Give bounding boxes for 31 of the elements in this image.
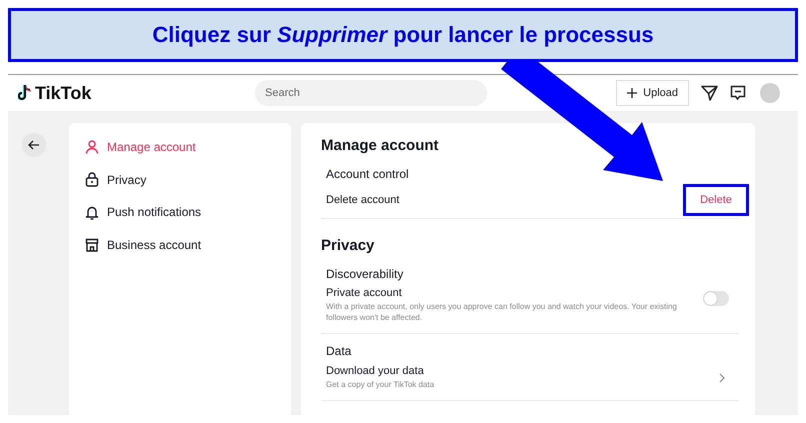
app-logo[interactable]: TikTok <box>35 82 92 104</box>
bell-icon <box>85 204 99 220</box>
search-field[interactable]: Search <box>255 80 487 106</box>
sidebar-item[interactable]: Push notifications <box>85 204 202 220</box>
instruction-text: Cliquez sur Supprimer pour lancer le processus <box>152 22 654 48</box>
sidebar-item[interactable]: Manage account <box>85 139 196 155</box>
setting-description: Get a copy of your TikTok data <box>326 379 434 390</box>
section-title: Privacy <box>321 237 376 256</box>
send-icon[interactable] <box>701 85 718 101</box>
group-title: Account control <box>326 167 410 181</box>
setting-label: Private account <box>326 287 403 299</box>
note-icon <box>18 84 32 102</box>
section-title: Manage account <box>321 137 440 156</box>
back-arrow-icon <box>28 140 40 150</box>
upload-button[interactable]: Upload <box>616 80 689 106</box>
setting-label: Delete account <box>326 194 400 206</box>
group-title: Discoverability <box>326 267 404 281</box>
toggle-switch[interactable] <box>702 290 729 306</box>
setting-description: With a private account, only users you approve can follow you and watch your videos. Your existing followers won't be affected. <box>326 301 678 323</box>
person-icon <box>85 140 99 154</box>
sidebar-item[interactable]: Business account <box>85 236 202 252</box>
group-title: Data <box>326 344 352 358</box>
sidebar-item[interactable]: Privacy <box>85 172 146 188</box>
plus-icon <box>627 88 638 98</box>
delete-button[interactable]: Delete <box>683 184 749 216</box>
back-button[interactable] <box>22 133 46 157</box>
setting-label: Download your data <box>326 365 425 377</box>
chevron-right-icon[interactable] <box>719 372 725 382</box>
storefront-icon <box>85 238 99 252</box>
message-icon[interactable] <box>730 85 746 101</box>
lock-icon <box>85 172 99 187</box>
